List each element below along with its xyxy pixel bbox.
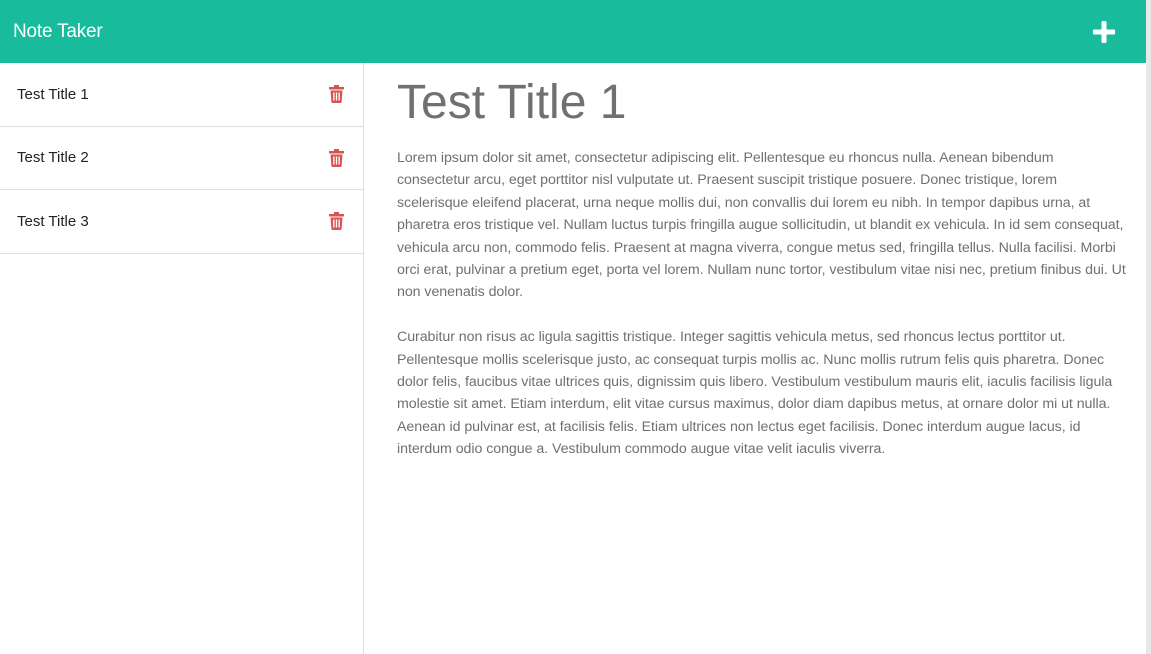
trash-icon (328, 148, 344, 167)
note-list-item[interactable]: Test Title 1 (0, 63, 363, 127)
note-list-item[interactable]: Test Title 2 (0, 127, 363, 190)
note-list-item-title: Test Title 3 (17, 212, 89, 230)
note-paragraph: Lorem ipsum dolor sit amet, consectetur … (397, 150, 1126, 301)
note-paragraph: Curabitur non risus ac ligula sagittis t… (397, 329, 1113, 458)
note-list-item-title: Test Title 1 (17, 85, 89, 103)
navbar: Note Taker (0, 0, 1146, 63)
note-title[interactable]: Test Title 1 (397, 77, 1130, 129)
note-list: Test Title 1 Test Title 2 Test Title 3 (0, 63, 364, 654)
note-list-item-title: Test Title 2 (17, 149, 89, 167)
trash-icon (328, 85, 344, 104)
delete-note-button[interactable] (328, 148, 344, 167)
note-text[interactable]: Lorem ipsum dolor sit amet, consectetur … (397, 147, 1130, 461)
trash-icon (328, 212, 344, 231)
scrollbar[interactable] (1146, 0, 1151, 654)
plus-icon (1093, 20, 1115, 43)
note-list-item[interactable]: Test Title 3 (0, 190, 363, 254)
delete-note-button[interactable] (328, 212, 344, 231)
app-brand[interactable]: Note Taker (0, 21, 103, 43)
note-view: Test Title 1 Lorem ipsum dolor sit amet,… (364, 63, 1146, 654)
delete-note-button[interactable] (328, 85, 344, 104)
new-note-button[interactable] (1091, 19, 1117, 45)
